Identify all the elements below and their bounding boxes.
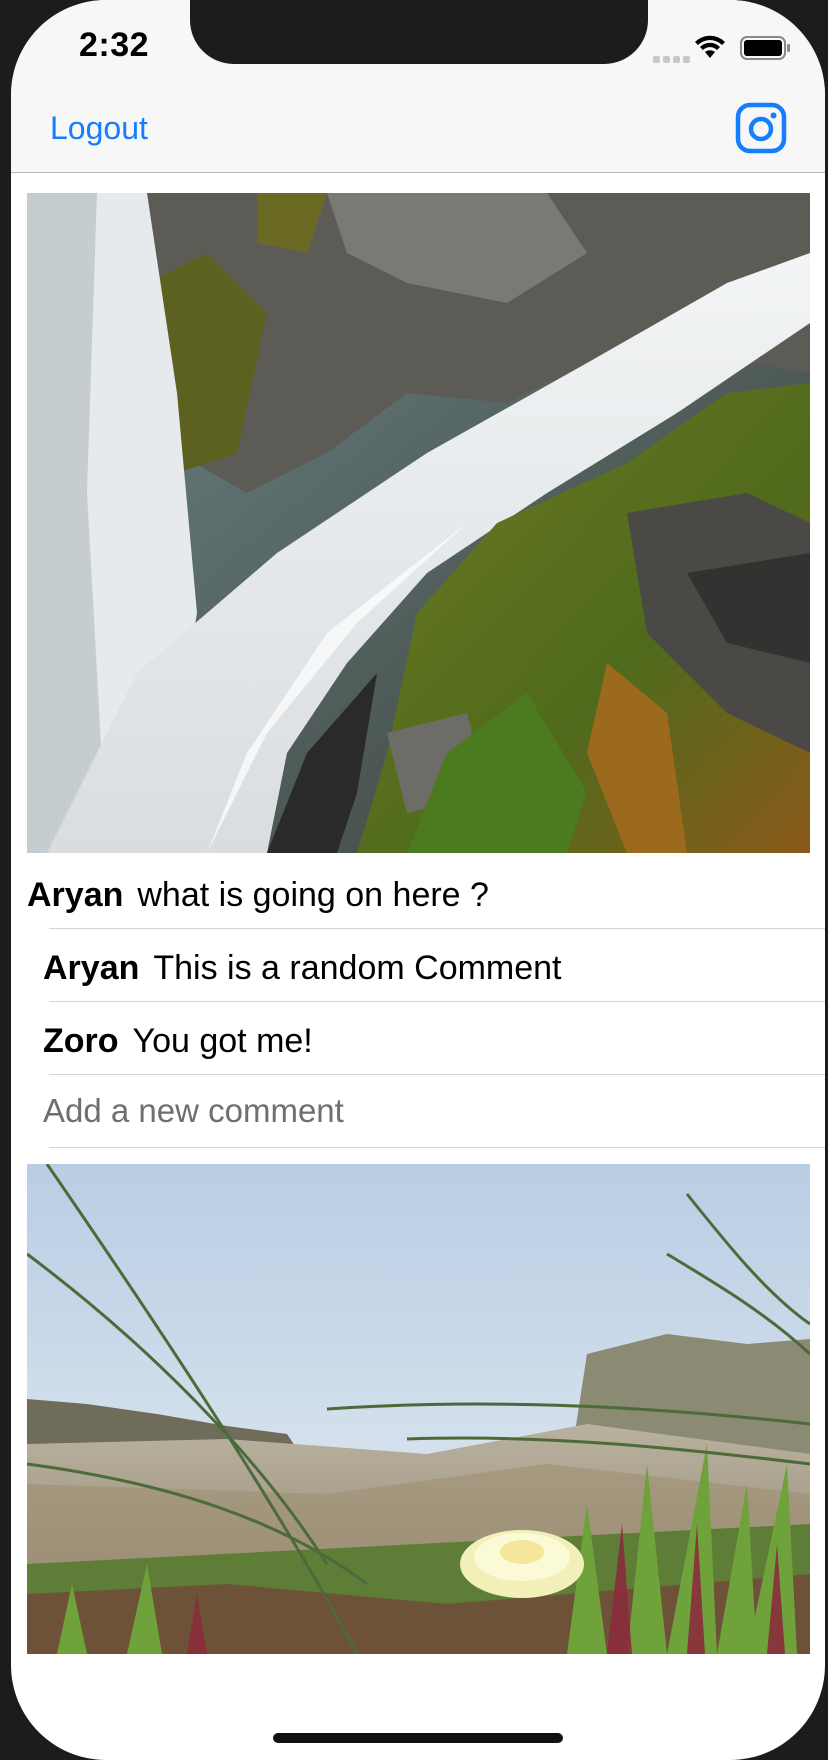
comment-row: Aryan This is a random Comment bbox=[43, 929, 825, 1001]
caption-text: what is going on here ? bbox=[137, 876, 489, 914]
comment-author[interactable]: Aryan bbox=[43, 949, 139, 987]
comment-author[interactable]: Zoro bbox=[43, 1022, 119, 1060]
comment-row: Zoro You got me! bbox=[43, 1002, 825, 1074]
logout-button[interactable]: Logout bbox=[50, 110, 148, 147]
app-screen: 2:32 Logout Aryan what is going on here … bbox=[11, 0, 825, 1760]
feed-list[interactable]: Aryan what is going on here ? Aryan This i… bbox=[11, 173, 825, 1760]
post-caption: Aryan what is going on here ? bbox=[27, 856, 825, 924]
status-bar: 2:32 bbox=[11, 0, 825, 90]
beach-flower-image bbox=[27, 1164, 810, 1654]
cellular-signal-icon bbox=[653, 50, 693, 68]
waterfall-image bbox=[27, 193, 810, 853]
status-time: 2:32 bbox=[79, 26, 150, 64]
flower-icon bbox=[460, 1530, 584, 1598]
device-notch bbox=[190, 0, 648, 64]
separator bbox=[49, 1147, 825, 1148]
add-comment-input[interactable] bbox=[43, 1075, 813, 1147]
navigation-bar: Logout bbox=[11, 90, 825, 173]
comment-text: This is a random Comment bbox=[153, 949, 562, 987]
caption-author[interactable]: Aryan bbox=[27, 876, 123, 914]
comment-text: You got me! bbox=[132, 1022, 313, 1060]
home-indicator[interactable] bbox=[273, 1733, 563, 1743]
post-photo[interactable] bbox=[27, 193, 810, 853]
battery-icon bbox=[740, 36, 790, 60]
instagram-icon[interactable] bbox=[735, 102, 787, 154]
post-photo[interactable] bbox=[27, 1164, 810, 1654]
wifi-icon bbox=[695, 35, 725, 58]
